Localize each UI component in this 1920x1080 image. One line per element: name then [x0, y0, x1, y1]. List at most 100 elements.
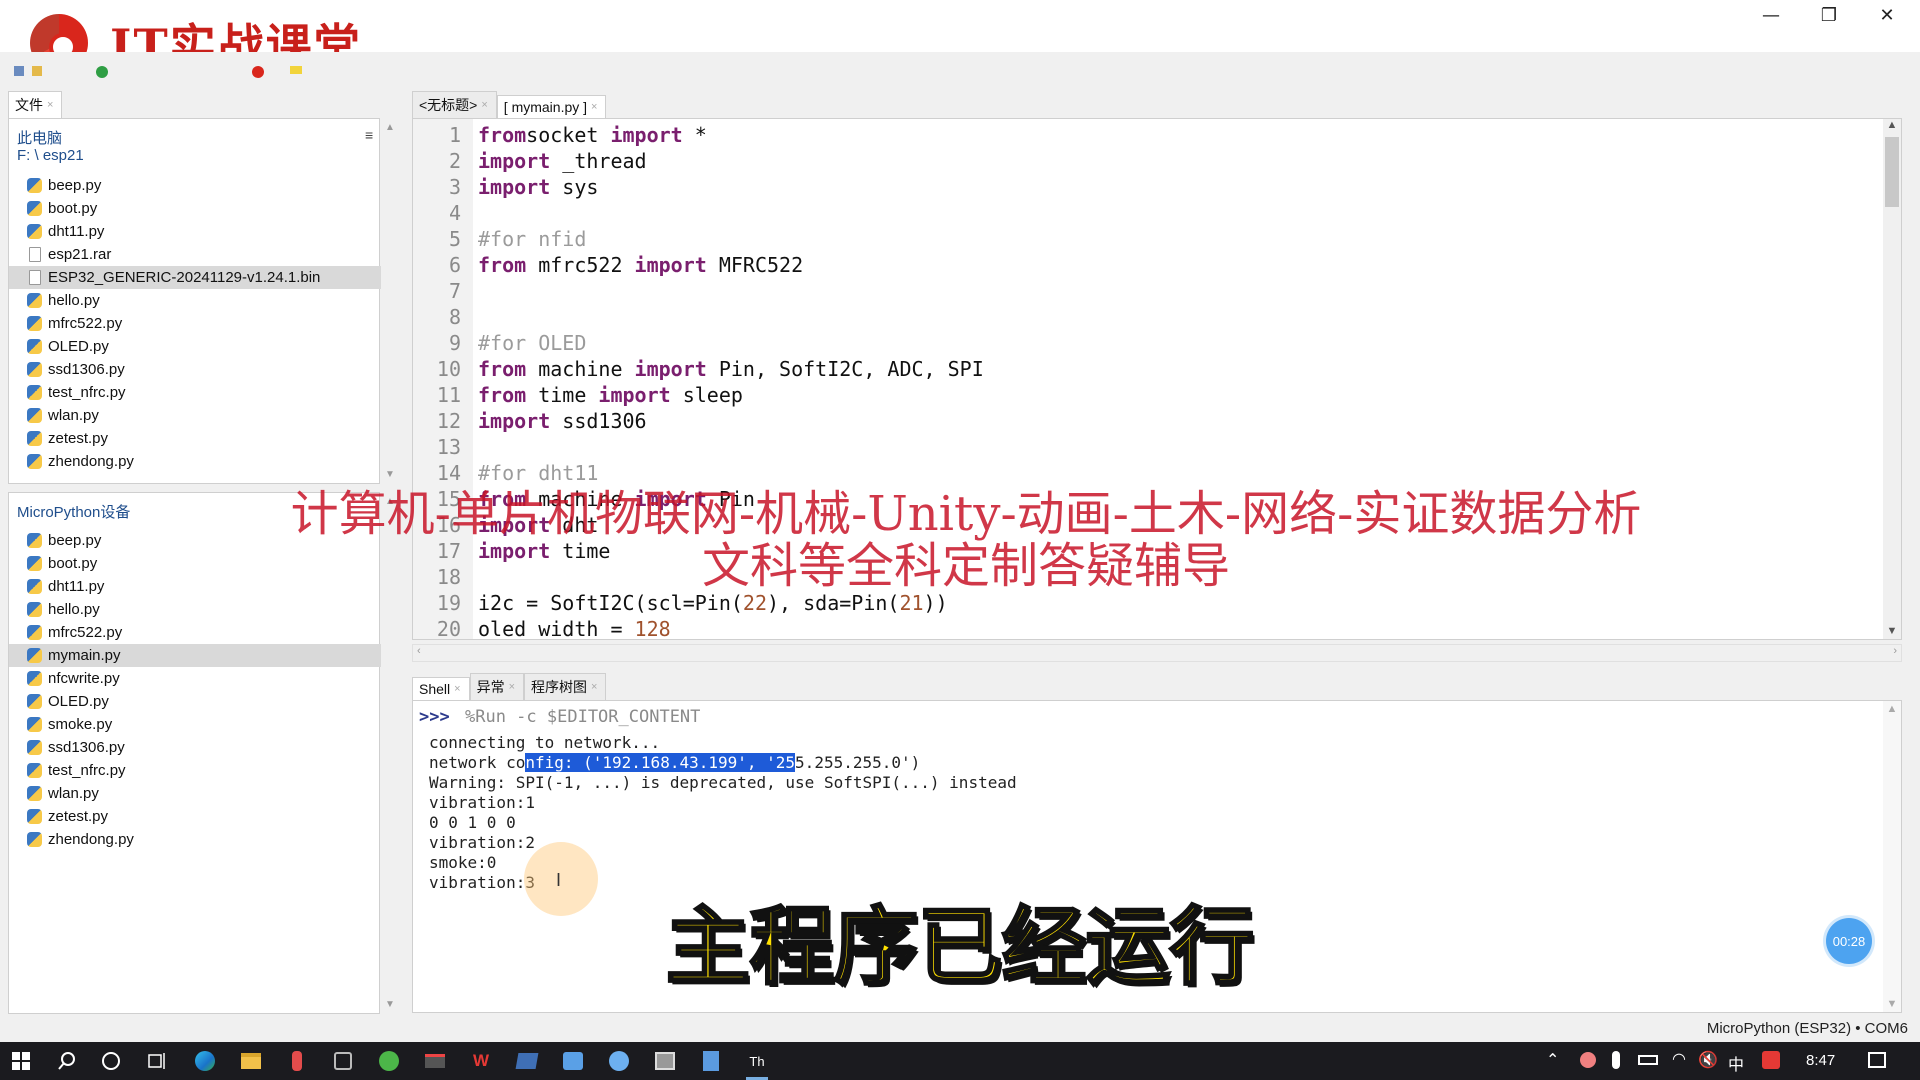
app-icon-9[interactable]	[694, 1046, 728, 1076]
minimize-button[interactable]: —	[1742, 0, 1800, 30]
close-icon[interactable]: ×	[591, 101, 597, 113]
file-item[interactable]: dht11.py	[9, 220, 381, 243]
files-scrollbar[interactable]: ▲ ▼	[382, 118, 398, 484]
code-line[interactable]: #for nfid	[478, 226, 586, 252]
file-item[interactable]: OLED.py	[9, 335, 381, 358]
battery-icon[interactable]	[1638, 1055, 1658, 1065]
tab-outline[interactable]: 程序树图 ×	[524, 673, 607, 700]
tab-shell[interactable]: Shell ×	[412, 677, 470, 700]
new-file-icon[interactable]	[14, 66, 24, 76]
sogou-ime-icon[interactable]	[1762, 1051, 1780, 1069]
file-item[interactable]: wlan.py	[9, 782, 381, 805]
wps-icon[interactable]: W	[464, 1046, 498, 1076]
python-file-icon	[27, 293, 42, 308]
file-item[interactable]: zhendong.py	[9, 450, 381, 473]
microphone-icon[interactable]	[1612, 1051, 1620, 1069]
resume-icon[interactable]	[290, 66, 302, 74]
close-icon[interactable]: ×	[591, 681, 597, 693]
menu-icon[interactable]: ≡	[365, 127, 373, 143]
close-icon[interactable]: ×	[454, 683, 460, 695]
python-file-icon	[27, 201, 42, 216]
code-line[interactable]: import ssd1306	[478, 408, 647, 434]
file-name: test_nfrc.py	[48, 762, 126, 779]
stop-icon[interactable]	[252, 66, 264, 78]
tab-mymain[interactable]: [ mymain.py ] ×	[496, 95, 607, 118]
file-item[interactable]: nfcwrite.py	[9, 667, 381, 690]
file-item[interactable]: hello.py	[9, 598, 381, 621]
text-selection[interactable]: nfig: ('192.168.43.199', '25	[525, 753, 796, 772]
file-item[interactable]: ssd1306.py	[9, 736, 381, 759]
file-item[interactable]: beep.py	[9, 174, 381, 197]
tab-files[interactable]: 文件 ×	[8, 91, 63, 118]
editor-hscrollbar[interactable]: ‹ ›	[412, 644, 1902, 662]
close-icon[interactable]: ×	[481, 99, 487, 111]
code-line[interactable]: import _thread	[478, 148, 647, 174]
file-item[interactable]: wlan.py	[9, 404, 381, 427]
app-icon-3[interactable]	[372, 1046, 406, 1076]
search-icon[interactable]	[50, 1046, 84, 1076]
file-explorer-icon[interactable]	[234, 1046, 268, 1076]
file-item[interactable]: mymain.py	[9, 644, 381, 667]
current-path[interactable]: F: \ esp21	[17, 147, 84, 164]
close-icon[interactable]: ×	[509, 681, 515, 693]
app-icon-2[interactable]	[326, 1046, 360, 1076]
code-line[interactable]: from time import sleep	[478, 382, 743, 408]
code-line[interactable]: from mfrc522 import MFRC522	[478, 252, 803, 278]
file-item[interactable]: ESP32_GENERIC-20241129-v1.24.1.bin	[9, 266, 381, 289]
editor-scroll-thumb[interactable]	[1885, 137, 1899, 207]
task-view-icon[interactable]	[140, 1046, 174, 1076]
close-button[interactable]: ✕	[1858, 0, 1916, 30]
tray-app-icon[interactable]	[1580, 1052, 1596, 1068]
file-item[interactable]: smoke.py	[9, 713, 381, 736]
file-item[interactable]: test_nfrc.py	[9, 381, 381, 404]
interpreter-status[interactable]: MicroPython (ESP32) • COM6	[1707, 1020, 1908, 1037]
maximize-button[interactable]: ❐	[1800, 0, 1858, 30]
app-icon-6[interactable]	[556, 1046, 590, 1076]
edge-browser-icon[interactable]	[188, 1046, 222, 1076]
file-item[interactable]: hello.py	[9, 289, 381, 312]
tab-exceptions[interactable]: 异常 ×	[469, 673, 525, 700]
file-name: boot.py	[48, 200, 98, 217]
file-item[interactable]: OLED.py	[9, 690, 381, 713]
file-item[interactable]: zhendong.py	[9, 828, 381, 851]
file-item[interactable]: zetest.py	[9, 427, 381, 450]
close-icon[interactable]: ×	[47, 99, 53, 111]
code-line[interactable]: #for OLED	[478, 330, 586, 356]
code-line[interactable]: oled width = 128	[478, 616, 671, 639]
volume-muted-icon[interactable]: 🔇	[1698, 1050, 1718, 1070]
notification-icon[interactable]	[1868, 1052, 1886, 1068]
file-item[interactable]: ssd1306.py	[9, 358, 381, 381]
wifi-icon[interactable]: ◠	[1672, 1049, 1686, 1069]
files-list: beep.py boot.py dht11.py esp21.rar ESP32_GEN…	[9, 174, 381, 473]
code-line[interactable]: from machine import Pin, SoftI2C, ADC, S…	[478, 356, 984, 382]
app-icon-1[interactable]	[280, 1046, 314, 1076]
tab-untitled[interactable]: <无标题> ×	[412, 91, 497, 118]
app-icon-5[interactable]	[510, 1046, 544, 1076]
ime-indicator[interactable]: 中	[1728, 1051, 1744, 1075]
app-icon-7[interactable]	[602, 1046, 636, 1076]
editor-scrollbar[interactable]: ▲ ▼	[1883, 119, 1901, 639]
clock[interactable]: 8:47	[1806, 1052, 1835, 1069]
file-item[interactable]: boot.py	[9, 197, 381, 220]
app-icon-4[interactable]	[418, 1046, 452, 1076]
code-line[interactable]: fromsocket import *	[478, 122, 707, 148]
shell-scrollbar[interactable]: ▲ ▼	[1883, 701, 1901, 1012]
file-item[interactable]: test_nfrc.py	[9, 759, 381, 782]
app-icon-8[interactable]	[648, 1046, 682, 1076]
python-file-icon	[27, 316, 42, 331]
file-item[interactable]: zetest.py	[9, 805, 381, 828]
code-line[interactable]: import sys	[478, 174, 598, 200]
code-line[interactable]: #for dht11	[478, 460, 598, 486]
file-item[interactable]: mfrc522.py	[9, 312, 381, 335]
file-name: beep.py	[48, 532, 102, 549]
file-item[interactable]: esp21.rar	[9, 243, 381, 266]
thonny-icon[interactable]: Th	[740, 1046, 774, 1080]
run-icon[interactable]	[96, 66, 108, 78]
computer-label[interactable]: 此电脑	[17, 127, 62, 148]
file-item[interactable]: mfrc522.py	[9, 621, 381, 644]
windows-start-icon[interactable]	[4, 1046, 38, 1076]
cortana-icon[interactable]	[94, 1046, 128, 1076]
tray-expand-icon[interactable]: ⌃	[1546, 1050, 1559, 1070]
toolbar	[0, 52, 1920, 94]
open-folder-icon[interactable]	[32, 66, 42, 76]
